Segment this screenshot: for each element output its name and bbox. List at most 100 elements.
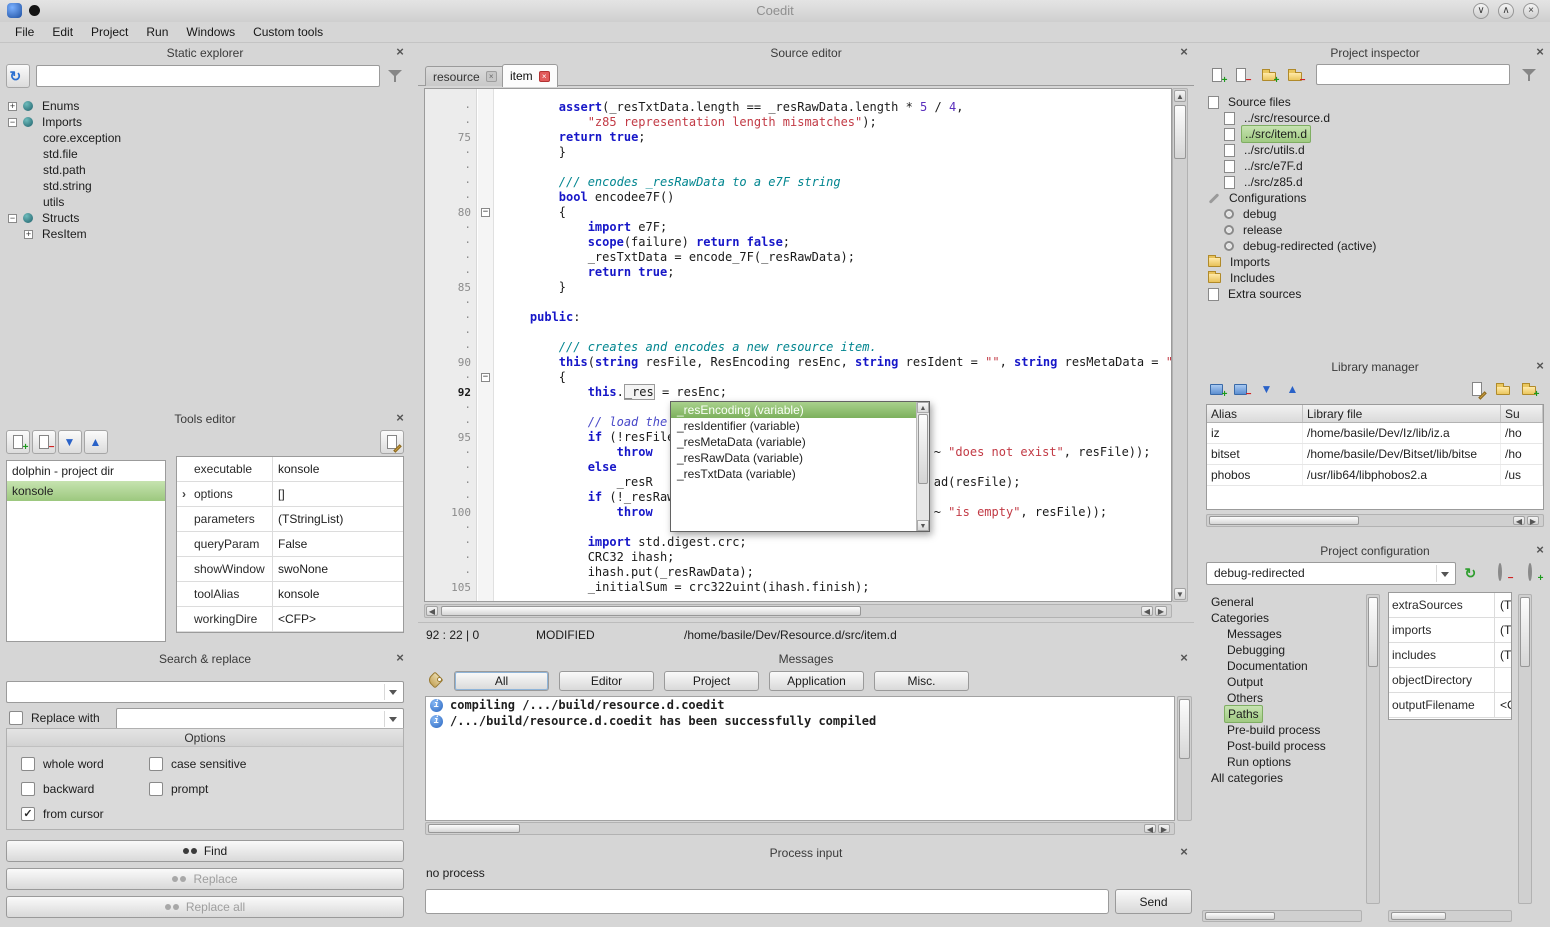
checkbox-from-cursor[interactable]: ✓from cursor <box>21 807 149 821</box>
checkbox-icon[interactable] <box>21 757 35 771</box>
fold-collapse-icon[interactable]: − <box>481 208 490 217</box>
property-value[interactable]: (T <box>1495 648 1511 662</box>
code-line[interactable]: · } <box>425 145 1171 160</box>
property-value[interactable]: (T <box>1495 623 1511 637</box>
config-category-categories[interactable]: Categories <box>1202 610 1362 626</box>
config-category-general[interactable]: General <box>1202 594 1362 610</box>
add-config-button[interactable]: + <box>1522 562 1544 584</box>
filter-icon[interactable] <box>1522 67 1537 82</box>
menu-edit[interactable]: Edit <box>43 23 82 41</box>
scroll-down-icon[interactable]: ▼ <box>917 520 929 531</box>
code-line[interactable]: · assert(_resTxtData.length == _resRawDa… <box>425 100 1171 115</box>
property-value[interactable]: <CFP> <box>273 612 403 626</box>
tree-item-release[interactable]: release <box>1204 222 1548 238</box>
editor-hscrollbar[interactable]: ◀ ◀ ▶ <box>424 604 1172 618</box>
library-folder-button[interactable] <box>1492 378 1514 400</box>
scroll-thumb[interactable] <box>1391 912 1446 920</box>
close-panel-icon[interactable] <box>1534 360 1546 372</box>
close-panel-icon[interactable] <box>1534 46 1546 58</box>
editor-vscrollbar[interactable]: ▲ ▼ <box>1172 88 1188 602</box>
scroll-right-icon[interactable]: ▶ <box>1155 606 1167 616</box>
remove-source-button[interactable]: − <box>1230 64 1252 86</box>
code-editor[interactable]: · assert(_resTxtData.length == _resRawDa… <box>424 88 1172 602</box>
config-category-documentation[interactable]: Documentation <box>1202 658 1362 674</box>
symbol-search-input[interactable] <box>36 65 380 87</box>
checkbox-icon[interactable] <box>9 711 23 725</box>
message-row[interactable]: compiling /.../build/resource.d.coedit <box>426 697 1174 713</box>
tree-item-resitem[interactable]: +ResItem <box>4 226 406 242</box>
filter-icon[interactable] <box>388 68 403 83</box>
move-library-up-button[interactable]: ▲ <box>1282 378 1304 400</box>
code-line[interactable]: · ihash.put(_resRawData); <box>425 565 1171 580</box>
code-line[interactable]: · return true; <box>425 265 1171 280</box>
tree-item-src-z85-d[interactable]: ../src/z85.d <box>1204 174 1548 190</box>
column-header-library-file[interactable]: Library file <box>1303 405 1501 422</box>
refresh-symbols-button[interactable]: ↻ <box>6 64 30 88</box>
config-category-others[interactable]: Others <box>1202 690 1362 706</box>
tab-item[interactable]: item <box>502 64 558 87</box>
checkbox-icon[interactable] <box>149 757 163 771</box>
property-value[interactable]: [] <box>273 487 403 501</box>
scroll-thumb[interactable] <box>1174 105 1186 159</box>
add-source-button[interactable]: + <box>1206 64 1228 86</box>
checkbox-icon[interactable] <box>21 782 35 796</box>
scroll-left-icon[interactable]: ◀ <box>1513 516 1525 525</box>
code-line[interactable]: · _resTxtData = encode_7F(_resRawData); <box>425 250 1171 265</box>
code-line[interactable]: · "z85 representation length mismatches"… <box>425 115 1171 130</box>
tree-item-std-path[interactable]: std.path <box>4 162 406 178</box>
add-tool-button[interactable]: + <box>6 430 30 454</box>
tree-item-src-e7f-d[interactable]: ../src/e7F.d <box>1204 158 1548 174</box>
tree-item-extra-sources[interactable]: Extra sources <box>1204 286 1548 302</box>
expand-arrow-icon[interactable]: › <box>177 487 191 501</box>
checkbox-icon[interactable] <box>149 782 163 796</box>
configuration-selector[interactable]: debug-redirected <box>1206 562 1456 585</box>
messages-list[interactable]: compiling /.../build/resource.d.coedit/.… <box>425 696 1175 821</box>
minimize-button[interactable]: ∨ <box>1473 3 1489 19</box>
remove-config-button[interactable]: − <box>1492 562 1514 584</box>
menu-project[interactable]: Project <box>82 23 137 41</box>
scroll-up-icon[interactable]: ▲ <box>1174 90 1186 102</box>
messages-hscrollbar[interactable]: ◀ ▶ <box>425 822 1175 835</box>
maximize-button[interactable]: ∧ <box>1498 3 1514 19</box>
replace-all-button[interactable]: Replace all <box>6 896 404 918</box>
scroll-right-icon[interactable]: ▶ <box>1158 824 1170 833</box>
config-category-post-build-process[interactable]: Post-build process <box>1202 738 1362 754</box>
replace-with-checkbox[interactable]: Replace with <box>9 711 100 725</box>
menu-windows[interactable]: Windows <box>177 23 244 41</box>
remove-tool-button[interactable]: − <box>32 430 56 454</box>
code-line[interactable]: 80− { <box>425 205 1171 220</box>
send-button[interactable]: Send <box>1115 889 1192 914</box>
close-panel-icon[interactable] <box>1534 544 1546 556</box>
table-row[interactable]: iz/home/basile/Dev/Iz/lib/iz.a/ho <box>1207 423 1543 444</box>
scroll-thumb[interactable] <box>1205 912 1275 920</box>
library-hscrollbar[interactable]: ◀ ▶ <box>1206 514 1544 527</box>
config-category-run-options[interactable]: Run options <box>1202 754 1362 770</box>
move-library-down-button[interactable]: ▼ <box>1256 378 1278 400</box>
code-line[interactable]: · scope(failure) return false; <box>425 235 1171 250</box>
property-value[interactable]: (TStringList) <box>273 512 403 526</box>
checkbox-case-sensitive[interactable]: case sensitive <box>149 757 403 771</box>
code-line[interactable]: 85 } <box>425 280 1171 295</box>
messages-tab-editor[interactable]: Editor <box>559 671 654 691</box>
code-line[interactable]: · import std.digest.crc; <box>425 535 1171 550</box>
fold-collapse-icon[interactable]: − <box>481 373 490 382</box>
completion-item-resrawdata-variable[interactable]: _resRawData (variable) <box>671 450 916 466</box>
messages-tab-application[interactable]: Application <box>769 671 864 691</box>
tree-item-utils[interactable]: utils <box>4 194 406 210</box>
replace-button[interactable]: Replace <box>6 868 404 890</box>
code-line[interactable]: 90 this(string resFile, ResEncoding resE… <box>425 355 1171 370</box>
tree-item-includes[interactable]: Includes <box>1204 270 1548 286</box>
scroll-thumb[interactable] <box>1368 597 1378 667</box>
completion-item-resencoding-variable[interactable]: _resEncoding (variable) <box>671 402 916 418</box>
checkbox-whole-word[interactable]: whole word <box>21 757 149 771</box>
scroll-left-icon[interactable]: ◀ <box>1141 606 1153 616</box>
code-line[interactable]: · <box>425 295 1171 310</box>
tree-item-src-item-d[interactable]: ../src/item.d <box>1204 126 1548 142</box>
expand-icon[interactable]: + <box>24 230 33 239</box>
config-category-messages[interactable]: Messages <box>1202 626 1362 642</box>
completion-item-restxtdata-variable[interactable]: _resTxtData (variable) <box>671 466 916 482</box>
code-line[interactable]: 92 this._res = resEnc; <box>425 385 1171 400</box>
code-line[interactable]: · <box>425 325 1171 340</box>
property-value[interactable]: swoNone <box>273 562 403 576</box>
close-panel-icon[interactable] <box>1178 652 1190 664</box>
